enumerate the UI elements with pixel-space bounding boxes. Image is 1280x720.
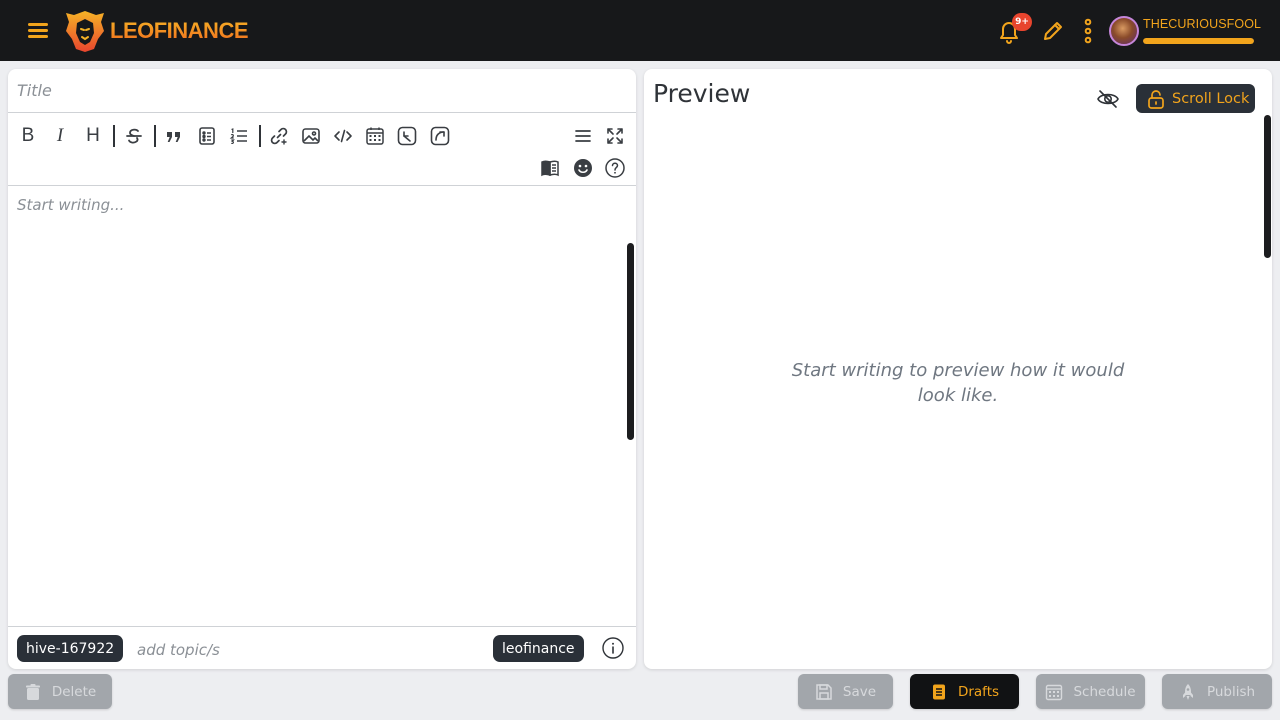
toolbar-divider	[259, 125, 261, 147]
calendar-icon	[1046, 684, 1063, 700]
templates-button[interactable]	[538, 156, 562, 180]
book-icon	[541, 160, 559, 177]
more-vertical-icon[interactable]	[1080, 18, 1096, 44]
undo-icon	[397, 126, 417, 146]
link-button[interactable]	[267, 124, 291, 148]
username[interactable]: THECURIOUSFOOL	[1143, 17, 1261, 31]
title-input[interactable]	[8, 69, 636, 113]
redo-button[interactable]	[428, 124, 452, 148]
trash-icon	[25, 683, 40, 700]
rocket-icon	[1182, 683, 1193, 700]
leofinance-tag-chip[interactable]: leofinance	[493, 635, 584, 662]
quote-icon	[167, 132, 180, 142]
delete-button[interactable]: Delete	[8, 674, 112, 709]
lion-logo-icon	[66, 11, 104, 52]
pencil-icon[interactable]	[1041, 19, 1065, 43]
table-button[interactable]	[363, 124, 387, 148]
preview-panel: Preview Scroll Lock Start writing to pre…	[644, 69, 1272, 669]
scroll-lock-button[interactable]: Scroll Lock	[1136, 84, 1255, 113]
align-button[interactable]	[571, 124, 595, 148]
leofinance-logo[interactable]: LEOFINANCE	[64, 9, 249, 53]
floppy-disk-icon	[816, 683, 832, 700]
eye-off-icon[interactable]	[1096, 87, 1120, 111]
unordered-list-button[interactable]	[195, 124, 219, 148]
italic-button[interactable]: I	[48, 124, 72, 148]
top-nav-bar: LEOFINANCE 9+ THECURIOUSFOOL	[0, 0, 1280, 61]
schedule-button[interactable]: Schedule	[1036, 674, 1145, 709]
undo-button[interactable]	[395, 124, 419, 148]
ordered-list-button[interactable]	[227, 124, 251, 148]
drafts-list-icon	[932, 684, 945, 699]
editor-panel: B I H	[8, 69, 636, 669]
emoji-button[interactable]	[571, 156, 595, 180]
topic-input[interactable]	[137, 636, 437, 663]
notification-badge: 9+	[1012, 13, 1032, 31]
strikethrough-button[interactable]	[122, 124, 146, 148]
drafts-button[interactable]: Drafts	[910, 674, 1019, 709]
info-icon[interactable]	[602, 637, 624, 659]
post-body-editor[interactable]	[8, 186, 636, 626]
strikethrough-icon	[126, 128, 142, 144]
question-circle-icon	[605, 158, 625, 178]
menu-icon[interactable]	[28, 20, 50, 40]
save-button[interactable]: Save	[798, 674, 893, 709]
preview-title: Preview	[653, 79, 751, 108]
brand-name: LEOFINANCE	[110, 18, 249, 43]
user-progress-fill	[1143, 38, 1254, 44]
image-icon	[302, 128, 320, 144]
redo-icon	[430, 126, 450, 146]
editor-scrollbar[interactable]	[627, 243, 634, 440]
toolbar-divider	[113, 125, 115, 147]
preview-empty-message: Start writing to preview how it would lo…	[791, 360, 1125, 406]
link-icon	[270, 127, 288, 145]
quote-button[interactable]	[162, 124, 186, 148]
bold-button[interactable]: B	[16, 124, 40, 148]
checklist-icon	[199, 127, 215, 145]
image-button[interactable]	[299, 124, 323, 148]
user-avatar[interactable]	[1109, 16, 1139, 46]
code-button[interactable]	[331, 124, 355, 148]
user-progress-bar	[1143, 38, 1254, 44]
align-justify-icon	[575, 130, 591, 142]
fullscreen-button[interactable]	[603, 124, 627, 148]
tags-divider	[8, 626, 636, 627]
unlock-icon	[1148, 89, 1164, 109]
community-tag-chip[interactable]: hive-167922	[17, 635, 124, 662]
heading-button[interactable]: H	[81, 124, 105, 148]
smiley-icon	[574, 159, 592, 177]
preview-scrollbar[interactable]	[1264, 115, 1271, 258]
calendar-table-icon	[366, 127, 384, 145]
publish-button[interactable]: Publish	[1162, 674, 1272, 709]
help-button[interactable]	[603, 156, 627, 180]
toolbar-divider	[154, 125, 156, 147]
ordered-list-icon	[229, 128, 247, 145]
expand-icon	[607, 128, 623, 144]
code-icon	[334, 129, 352, 143]
